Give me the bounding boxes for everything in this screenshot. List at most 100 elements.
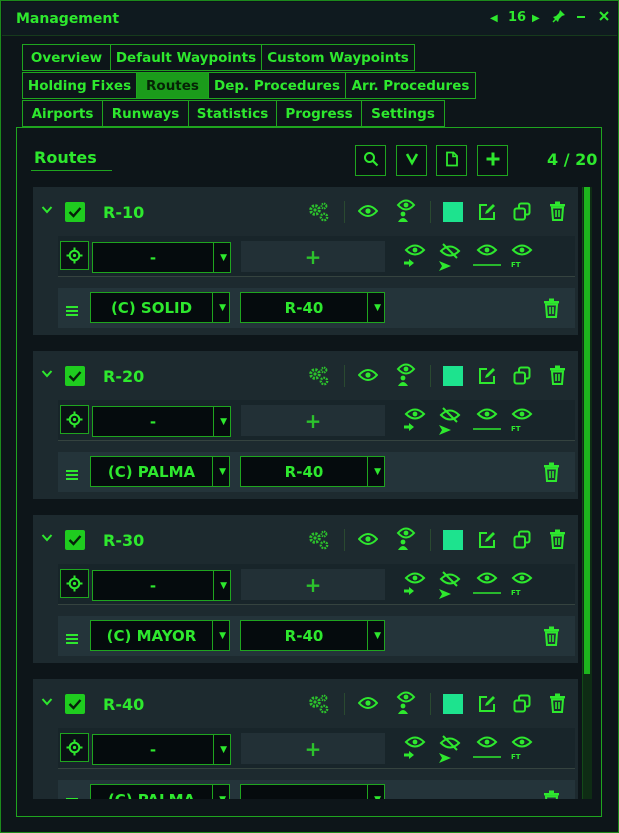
add-waypoint-button[interactable]: +: [241, 405, 385, 436]
trash-icon[interactable]: [549, 529, 566, 549]
add-waypoint-button[interactable]: +: [241, 241, 385, 272]
copy-icon[interactable]: [513, 694, 531, 713]
eye-slash-arrow-icon[interactable]: [437, 407, 461, 437]
tab-overview[interactable]: Overview: [22, 44, 111, 71]
route-enabled-checkbox[interactable]: [65, 366, 85, 386]
delete-segment-icon[interactable]: [543, 790, 560, 799]
eye-icon[interactable]: [358, 532, 378, 546]
route-enabled-checkbox[interactable]: [65, 202, 85, 222]
title-bar[interactable]: Management ◀ 16 ▶: [2, 2, 617, 36]
person-pin-icon[interactable]: [395, 690, 417, 716]
eye-slash-arrow-icon[interactable]: [437, 735, 461, 765]
route-color-swatch[interactable]: [443, 366, 463, 386]
collapse-chevron-icon[interactable]: [41, 368, 53, 383]
edit-icon[interactable]: [478, 203, 496, 221]
edit-icon[interactable]: [478, 695, 496, 713]
scrollbar-thumb[interactable]: [584, 187, 590, 674]
person-pin-icon[interactable]: [395, 198, 417, 224]
locate-waypoint-button[interactable]: [60, 569, 89, 598]
settings-gears-icon[interactable]: [307, 529, 331, 551]
edit-icon[interactable]: [478, 531, 496, 549]
copy-icon[interactable]: [513, 530, 531, 549]
search-button[interactable]: [355, 145, 386, 176]
segment-type-select[interactable]: (C) MAYOR ▼: [90, 620, 230, 651]
eye-ft-icon[interactable]: FT: [511, 243, 533, 271]
tab-runways[interactable]: Runways: [102, 100, 189, 127]
waypoint-select[interactable]: - ▼: [92, 242, 231, 273]
tab-settings[interactable]: Settings: [361, 100, 445, 127]
add-waypoint-button[interactable]: +: [241, 569, 385, 600]
collapse-chevron-icon[interactable]: [41, 532, 53, 547]
add-route-button[interactable]: [477, 145, 508, 176]
trash-icon[interactable]: [549, 201, 566, 221]
delete-segment-icon[interactable]: [543, 626, 560, 646]
eye-icon[interactable]: [358, 368, 378, 382]
route-enabled-checkbox[interactable]: [65, 530, 85, 550]
settings-gears-icon[interactable]: [307, 365, 331, 387]
route-enabled-checkbox[interactable]: [65, 694, 85, 714]
eye-icon[interactable]: [358, 204, 378, 218]
tab-routes[interactable]: Routes: [136, 72, 209, 99]
person-pin-icon[interactable]: [395, 526, 417, 552]
edit-icon[interactable]: [478, 367, 496, 385]
copy-icon[interactable]: [513, 366, 531, 385]
tab-dep-procedures[interactable]: Dep. Procedures: [208, 72, 346, 99]
eye-arrow-icon[interactable]: [404, 571, 426, 599]
person-pin-icon[interactable]: [395, 362, 417, 388]
waypoint-select[interactable]: - ▼: [92, 570, 231, 601]
eye-slash-arrow-icon[interactable]: [437, 571, 461, 601]
locate-waypoint-button[interactable]: [60, 733, 89, 762]
add-waypoint-button[interactable]: +: [241, 733, 385, 764]
trash-icon[interactable]: [549, 365, 566, 385]
delete-segment-icon[interactable]: [543, 298, 560, 318]
drag-handle-icon[interactable]: [66, 465, 78, 484]
eye-line-icon[interactable]: [473, 571, 501, 597]
waypoint-select[interactable]: - ▼: [92, 406, 231, 437]
tab-airports[interactable]: Airports: [22, 100, 103, 127]
route-color-swatch[interactable]: [443, 202, 463, 222]
locate-waypoint-button[interactable]: [60, 405, 89, 434]
segment-type-select[interactable]: (C) PALMA ▼: [90, 784, 230, 799]
drag-handle-icon[interactable]: [66, 793, 78, 799]
filter-button[interactable]: [396, 145, 427, 176]
tab-statistics[interactable]: Statistics: [188, 100, 277, 127]
delete-segment-icon[interactable]: [543, 462, 560, 482]
close-icon[interactable]: [598, 9, 610, 27]
new-document-button[interactable]: [436, 145, 467, 176]
settings-gears-icon[interactable]: [307, 201, 331, 223]
locate-waypoint-button[interactable]: [60, 241, 89, 270]
prev-page-icon[interactable]: ◀: [490, 13, 498, 24]
eye-line-icon[interactable]: [473, 407, 501, 433]
segment-route-select[interactable]: R-40 ▼: [240, 292, 385, 323]
eye-arrow-icon[interactable]: [404, 407, 426, 435]
waypoint-select[interactable]: - ▼: [92, 734, 231, 765]
segment-type-select[interactable]: (C) PALMA ▼: [90, 456, 230, 487]
segment-route-select[interactable]: R-40 ▼: [240, 456, 385, 487]
tab-default-waypoints[interactable]: Default Waypoints: [110, 44, 262, 71]
next-page-icon[interactable]: ▶: [532, 13, 540, 24]
minimize-icon[interactable]: [576, 9, 586, 27]
segment-type-select[interactable]: (C) SOLID ▼: [90, 292, 230, 323]
eye-ft-icon[interactable]: FT: [511, 571, 533, 599]
segment-route-select[interactable]: R-40 ▼: [240, 620, 385, 651]
eye-line-icon[interactable]: [473, 243, 501, 269]
tab-arr-procedures[interactable]: Arr. Procedures: [345, 72, 476, 99]
segment-route-select[interactable]: ▼: [240, 784, 385, 799]
trash-icon[interactable]: [549, 693, 566, 713]
copy-icon[interactable]: [513, 202, 531, 221]
eye-arrow-icon[interactable]: [404, 243, 426, 271]
drag-handle-icon[interactable]: [66, 301, 78, 320]
drag-handle-icon[interactable]: [66, 629, 78, 648]
eye-ft-icon[interactable]: FT: [511, 407, 533, 435]
eye-slash-arrow-icon[interactable]: [437, 243, 461, 273]
eye-icon[interactable]: [358, 696, 378, 710]
collapse-chevron-icon[interactable]: [41, 696, 53, 711]
tab-custom-waypoints[interactable]: Custom Waypoints: [261, 44, 415, 71]
route-color-swatch[interactable]: [443, 530, 463, 550]
route-color-swatch[interactable]: [443, 694, 463, 714]
tab-progress[interactable]: Progress: [276, 100, 362, 127]
eye-line-icon[interactable]: [473, 735, 501, 761]
pin-icon[interactable]: [552, 9, 566, 27]
tab-holding-fixes[interactable]: Holding Fixes: [22, 72, 137, 99]
eye-ft-icon[interactable]: FT: [511, 735, 533, 763]
